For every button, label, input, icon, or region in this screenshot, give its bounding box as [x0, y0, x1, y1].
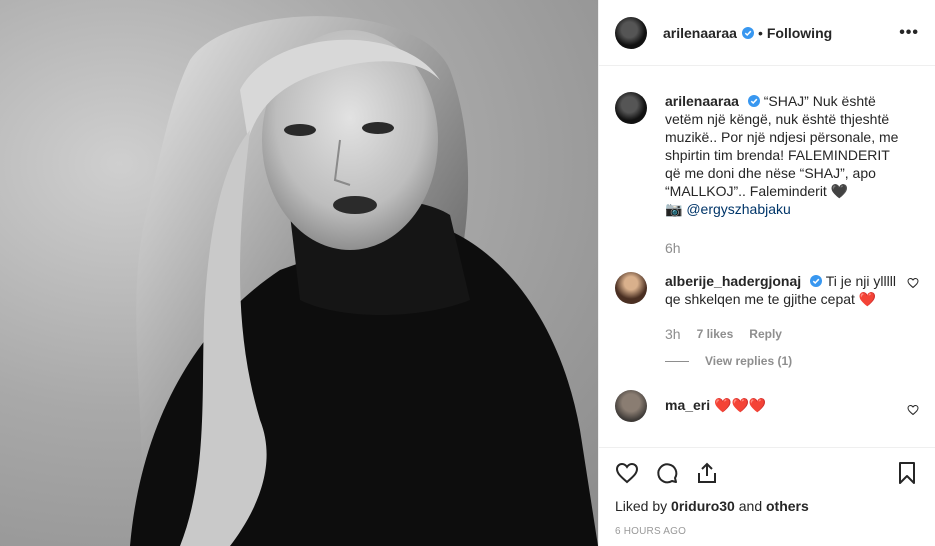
comment-time[interactable]: 3h [665, 326, 681, 342]
action-bar [615, 448, 919, 498]
comments-list[interactable]: arilenaaraa “SHAJ” Nuk është vetëm një k… [599, 67, 935, 447]
like-comment-heart-icon[interactable] [907, 404, 919, 416]
red-hearts-emoji: ❤️❤️❤️ [714, 397, 767, 413]
comment-likes[interactable]: 7 likes [697, 327, 734, 341]
liked-by-others[interactable]: others [766, 498, 809, 514]
commenter-avatar[interactable] [615, 390, 647, 422]
following-button[interactable]: Following [767, 25, 832, 41]
comment-item: ma_eri ❤️❤️❤️ [615, 390, 919, 422]
share-icon[interactable] [695, 461, 719, 485]
mention-link[interactable]: @ergyszhabjaku [686, 201, 791, 217]
caption-time[interactable]: 6h [665, 240, 919, 256]
view-replies[interactable]: View replies (1) [665, 354, 919, 368]
author-avatar[interactable] [615, 16, 647, 49]
more-options-icon[interactable]: ••• [899, 24, 919, 42]
replies-divider [665, 360, 689, 362]
verified-badge-icon [741, 26, 754, 39]
comment-item: alberije_hadergjonaj Ti je nji ylllll qe… [615, 272, 919, 308]
post-side-panel: arilenaaraa • Following ••• arilenaaraa … [598, 0, 935, 546]
caption-title: “SHAJ” [763, 93, 809, 109]
post-header: arilenaaraa • Following ••• [599, 0, 935, 66]
caption: arilenaaraa “SHAJ” Nuk është vetëm një k… [615, 92, 919, 218]
camera-emoji: 📷 [665, 201, 683, 217]
black-heart-emoji: 🖤 [830, 183, 849, 199]
comment-meta: 3h 7 likes Reply [665, 326, 919, 342]
liked-by-and: and [738, 498, 763, 514]
liked-by-prefix: Liked by [615, 498, 668, 514]
red-heart-emoji: ❤️ [858, 291, 877, 307]
author-username[interactable]: arilenaaraa [663, 25, 737, 41]
like-heart-icon[interactable] [615, 461, 639, 485]
comment-username[interactable]: ma_eri [665, 397, 710, 413]
comment-username[interactable]: alberije_hadergjonaj [665, 273, 801, 289]
caption-username[interactable]: arilenaaraa [665, 93, 739, 109]
portrait-image [130, 16, 598, 546]
comment-bubble-icon[interactable] [655, 461, 679, 485]
view-replies-label[interactable]: View replies (1) [705, 354, 792, 368]
liked-by-user[interactable]: 0riduro30 [671, 498, 735, 514]
liked-by: Liked by 0riduro30 and others [615, 498, 919, 514]
bookmark-icon[interactable] [895, 461, 919, 485]
verified-badge-icon [810, 275, 823, 287]
reply-button[interactable]: Reply [749, 327, 782, 341]
verified-badge-icon [747, 95, 760, 107]
commenter-avatar[interactable] [615, 272, 647, 304]
post-actions: Liked by 0riduro30 and others 6 HOURS AG… [599, 447, 935, 546]
post-timestamp[interactable]: 6 HOURS AGO [615, 526, 919, 537]
like-comment-heart-icon[interactable] [907, 277, 919, 289]
separator-dot: • [757, 24, 763, 41]
post-photo[interactable] [0, 0, 598, 546]
caption-avatar[interactable] [615, 92, 647, 124]
